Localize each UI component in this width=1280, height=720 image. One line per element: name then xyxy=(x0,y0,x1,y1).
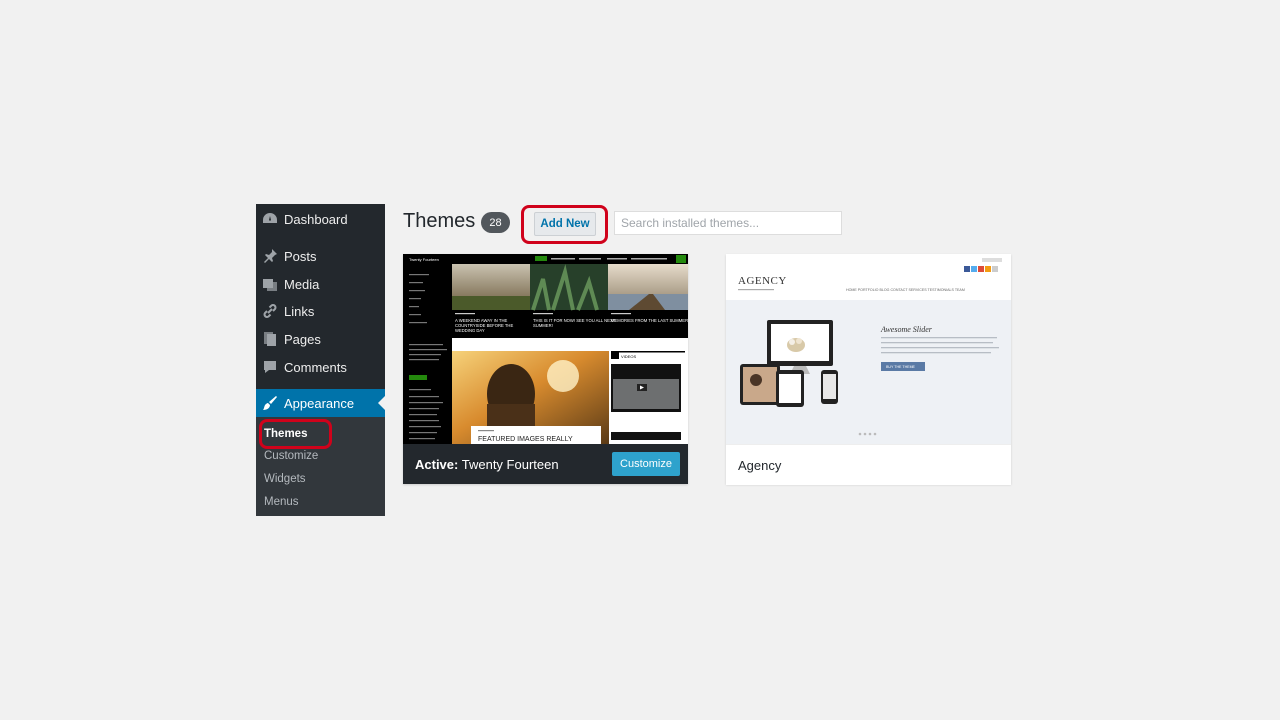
twenty-fourteen-preview: Twenty Fourteen A WEEKEND AWAY IN THE CO… xyxy=(403,254,688,444)
theme-card-agency[interactable]: AGENCY HOME PORTFOLIO BLOG CONTACT SERVI… xyxy=(726,254,1011,485)
admin-sidebar: Dashboard Posts Media Links Pages Commen… xyxy=(256,204,385,516)
svg-text:MEMORIES FROM THE LAST SUMMER: MEMORIES FROM THE LAST SUMMER xyxy=(611,318,688,323)
preview-site-title: Twenty Fourteen xyxy=(409,257,439,262)
preview-videos: VIDEOS xyxy=(621,354,636,359)
themes-highlight xyxy=(259,419,332,449)
link-icon xyxy=(256,303,284,319)
dashboard-icon xyxy=(256,211,284,227)
svg-text:HOME PORTFOLIO BLOG C: HOME PORTFOLIO BLOG CONTACT SERVICES TES… xyxy=(846,288,965,292)
menu-label: Posts xyxy=(284,248,317,264)
submenu-customize[interactable]: Customize xyxy=(264,450,318,462)
media-icon xyxy=(256,276,284,292)
menu-item-pages[interactable]: Pages xyxy=(256,325,385,353)
brush-icon xyxy=(256,395,284,411)
page-title: Themes xyxy=(403,210,476,232)
menu-label: Links xyxy=(284,303,315,319)
submenu-widgets[interactable]: Widgets xyxy=(264,473,306,485)
submenu-menus[interactable]: Menus xyxy=(264,496,299,508)
active-arrow xyxy=(378,396,385,410)
preview-agency-button: BUY THE THEME xyxy=(886,365,916,369)
menu-item-media[interactable]: Media xyxy=(256,270,385,298)
theme-info-bar: Active: Twenty Fourteen Customize xyxy=(403,444,688,484)
svg-text:WEDDING DAY: WEDDING DAY xyxy=(455,328,485,333)
theme-name: Agency xyxy=(738,457,782,473)
pages-icon xyxy=(256,331,284,347)
theme-card-twenty-fourteen[interactable]: Twenty Fourteen A WEEKEND AWAY IN THE CO… xyxy=(403,254,688,484)
active-label: Active: xyxy=(415,456,459,472)
theme-screenshot: Twenty Fourteen A WEEKEND AWAY IN THE CO… xyxy=(403,254,688,444)
preview-slider-title: Awesome Slider xyxy=(880,325,933,334)
customize-button[interactable]: Customize xyxy=(612,452,680,476)
active-theme-name: Active: Twenty Fourteen xyxy=(403,457,559,472)
add-new-highlight xyxy=(521,205,608,244)
menu-item-comments[interactable]: Comments xyxy=(256,353,385,381)
menu-label: Comments xyxy=(284,359,347,375)
theme-info-bar: Agency xyxy=(726,444,1011,485)
menu-item-appearance[interactable]: Appearance xyxy=(256,389,385,417)
pin-icon xyxy=(256,248,284,264)
menu-item-links[interactable]: Links xyxy=(256,297,385,325)
theme-screenshot: AGENCY HOME PORTFOLIO BLOG CONTACT SERVI… xyxy=(726,254,1011,444)
menu-label: Pages xyxy=(284,331,321,347)
menu-label: Appearance xyxy=(284,395,355,411)
agency-preview: AGENCY HOME PORTFOLIO BLOG CONTACT SERVI… xyxy=(726,254,1011,444)
preview-featured: FEATURED IMAGES REALLY xyxy=(478,436,573,443)
menu-item-posts[interactable]: Posts xyxy=(256,242,385,270)
theme-count-badge: 28 xyxy=(481,212,510,233)
wp-admin: Dashboard Posts Media Links Pages Commen… xyxy=(256,204,1024,516)
comment-icon xyxy=(256,359,284,375)
menu-label: Media xyxy=(284,276,320,292)
preview-agency-logo: AGENCY xyxy=(738,275,787,287)
search-themes-input[interactable] xyxy=(614,211,842,235)
theme-name: Twenty Fourteen xyxy=(461,456,559,472)
menu-label: Dashboard xyxy=(284,211,348,227)
svg-text:SUMMER!: SUMMER! xyxy=(533,323,553,328)
menu-item-dashboard[interactable]: Dashboard xyxy=(256,205,385,233)
